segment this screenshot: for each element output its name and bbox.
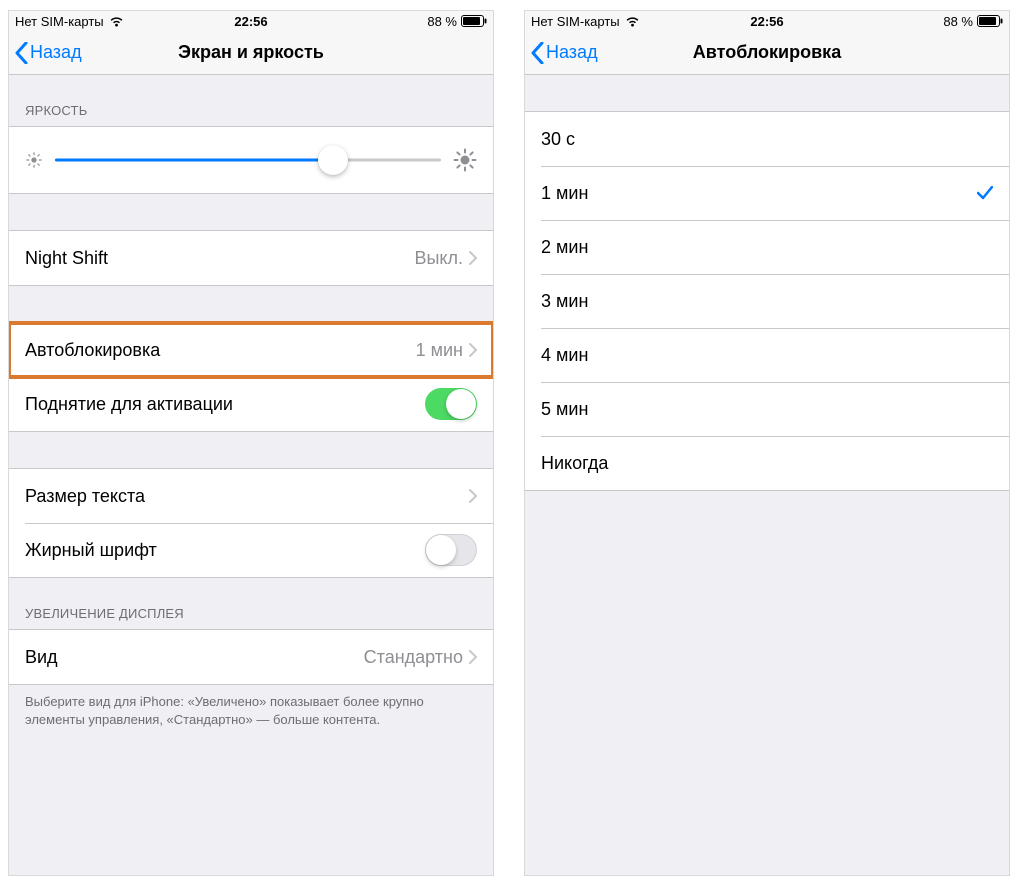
bold-text-switch[interactable]	[425, 534, 477, 566]
view-label: Вид	[25, 647, 58, 668]
autolock-option[interactable]: 30 с	[525, 112, 1009, 166]
back-label: Назад	[30, 42, 82, 63]
raise-to-wake-label: Поднятие для активации	[25, 394, 233, 415]
zoom-footer: Выберите вид для iPhone: «Увеличено» пок…	[9, 685, 493, 744]
sun-high-icon	[453, 148, 477, 172]
back-label: Назад	[546, 42, 598, 63]
autolock-label: Автоблокировка	[25, 340, 160, 361]
phone-display-brightness: Нет SIM-карты 22:56 88 % Назад Экран и я…	[8, 10, 494, 876]
nav-bar: Назад Автоблокировка	[525, 31, 1009, 75]
zoom-group: Вид Стандартно	[9, 629, 493, 685]
brightness-slider[interactable]	[55, 145, 441, 175]
brightness-header: ЯРКОСТЬ	[9, 75, 493, 126]
carrier-text: Нет SIM-карты	[15, 14, 104, 29]
page-title: Экран и яркость	[178, 42, 324, 63]
wifi-icon	[625, 16, 640, 27]
view-row[interactable]: Вид Стандартно	[9, 630, 493, 684]
wifi-icon	[109, 16, 124, 27]
text-size-label: Размер текста	[25, 486, 145, 507]
back-button[interactable]: Назад	[531, 42, 598, 64]
autolock-option-label: 3 мин	[541, 291, 588, 312]
battery-icon	[461, 15, 487, 27]
autolock-option[interactable]: 1 мин	[525, 166, 1009, 220]
night-shift-label: Night Shift	[25, 248, 108, 269]
autolock-option-label: 5 мин	[541, 399, 588, 420]
autolock-option-label: 2 мин	[541, 237, 588, 258]
chevron-right-icon	[469, 343, 477, 357]
raise-to-wake-row: Поднятие для активации	[9, 377, 493, 431]
autolock-option[interactable]: 3 мин	[525, 274, 1009, 328]
autolock-option-label: 4 мин	[541, 345, 588, 366]
autolock-option[interactable]: 4 мин	[525, 328, 1009, 382]
chevron-right-icon	[469, 489, 477, 503]
night-shift-row[interactable]: Night Shift Выкл.	[9, 231, 493, 285]
battery-pct: 88 %	[427, 14, 457, 29]
brightness-group	[9, 126, 493, 194]
view-value: Стандартно	[364, 647, 469, 668]
autolock-options-group: 30 с 1 мин 2 мин 3 мин 4 мин 5 мин Никогда	[525, 111, 1009, 491]
autolock-value: 1 мин	[416, 340, 469, 361]
text-group: Размер текста Жирный шрифт	[9, 468, 493, 578]
autolock-option-label: Никогда	[541, 453, 608, 474]
sun-low-icon	[25, 151, 43, 169]
zoom-header: УВЕЛИЧЕНИЕ ДИСПЛЕЯ	[9, 578, 493, 629]
autolock-row[interactable]: Автоблокировка 1 мин	[9, 323, 493, 377]
bold-text-row: Жирный шрифт	[9, 523, 493, 577]
page-title: Автоблокировка	[693, 42, 841, 63]
checkmark-icon	[977, 186, 993, 200]
autolock-option[interactable]: 2 мин	[525, 220, 1009, 274]
nav-bar: Назад Экран и яркость	[9, 31, 493, 75]
status-bar: Нет SIM-карты 22:56 88 %	[9, 11, 493, 31]
night-shift-value: Выкл.	[414, 248, 469, 269]
lock-activation-group: Автоблокировка 1 мин Поднятие для актива…	[9, 322, 493, 432]
status-bar: Нет SIM-карты 22:56 88 %	[525, 11, 1009, 31]
text-size-row[interactable]: Размер текста	[9, 469, 493, 523]
carrier-text: Нет SIM-карты	[531, 14, 620, 29]
autolock-option-label: 30 с	[541, 129, 575, 150]
chevron-right-icon	[469, 650, 477, 664]
brightness-slider-cell	[9, 127, 493, 193]
clock: 22:56	[750, 14, 783, 29]
night-shift-group: Night Shift Выкл.	[9, 230, 493, 286]
chevron-right-icon	[469, 251, 477, 265]
battery-pct: 88 %	[943, 14, 973, 29]
raise-to-wake-switch[interactable]	[425, 388, 477, 420]
battery-icon	[977, 15, 1003, 27]
back-button[interactable]: Назад	[15, 42, 82, 64]
phone-autolock: Нет SIM-карты 22:56 88 % Назад Автоблоки…	[524, 10, 1010, 876]
clock: 22:56	[234, 14, 267, 29]
bold-text-label: Жирный шрифт	[25, 540, 157, 561]
autolock-option[interactable]: Никогда	[525, 436, 1009, 490]
autolock-option[interactable]: 5 мин	[525, 382, 1009, 436]
autolock-option-label: 1 мин	[541, 183, 588, 204]
